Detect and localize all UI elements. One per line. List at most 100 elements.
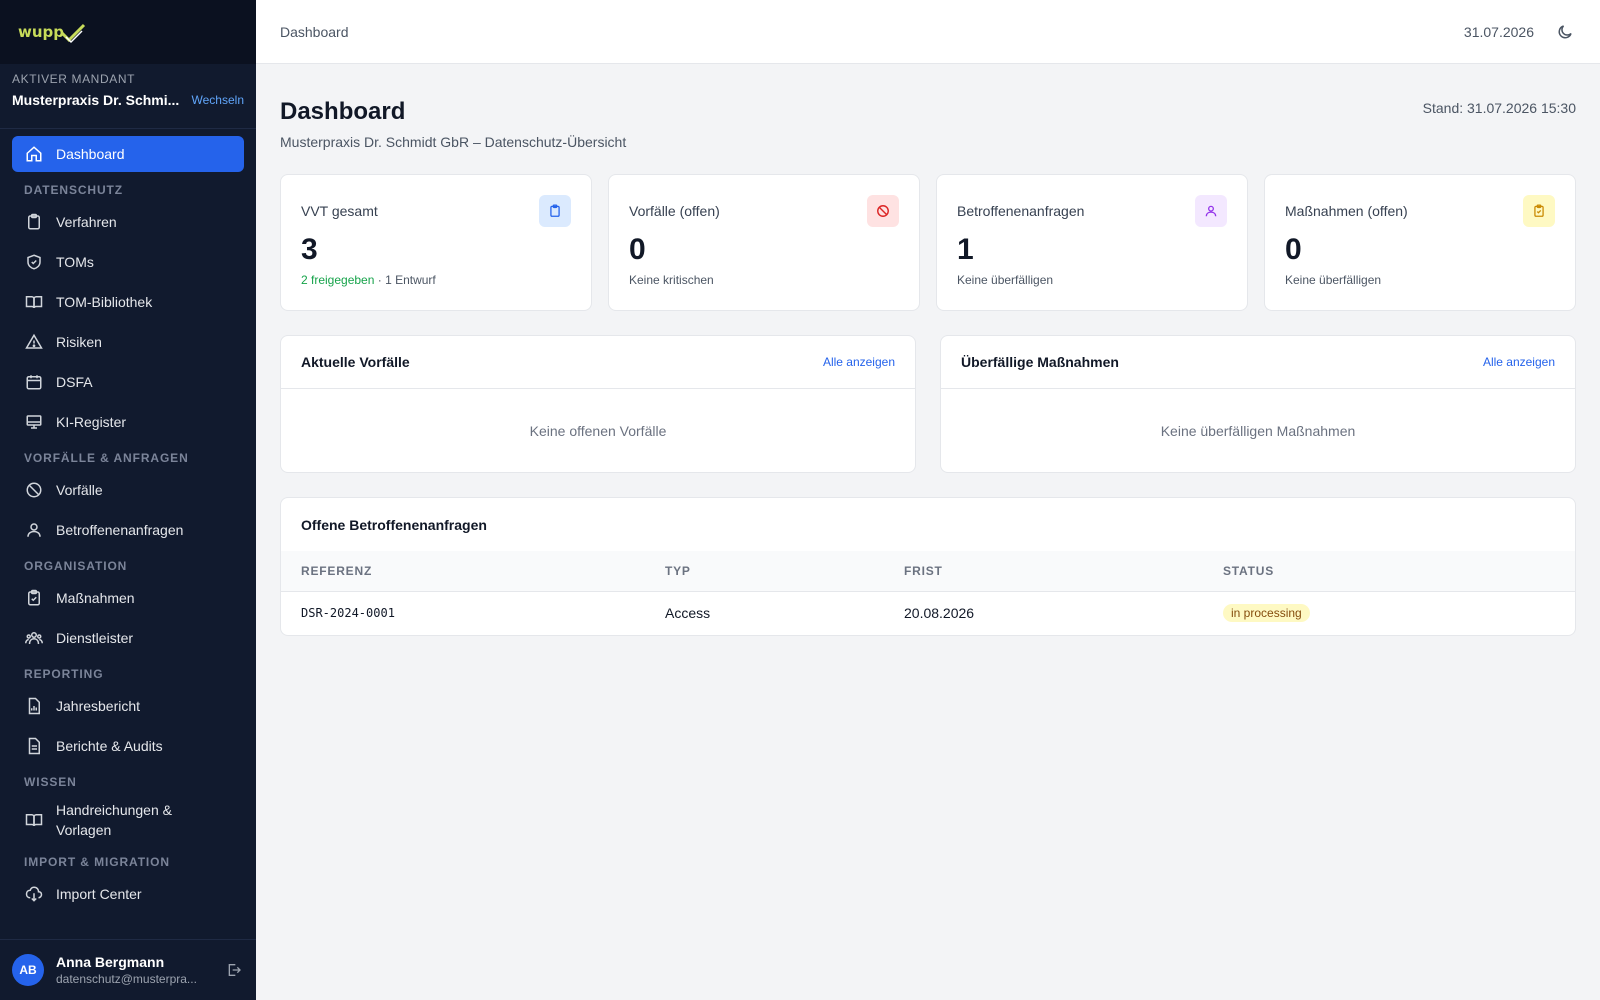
show-all-massnahmen-link[interactable]: Alle anzeigen [1483, 355, 1555, 369]
breadcrumb: Dashboard [280, 23, 349, 40]
sidebar: wupp Aktiver Mandant Musterpraxis Dr. Sc… [0, 0, 256, 1000]
sidebar-item-berichte[interactable]: Berichte & Audits [12, 728, 244, 764]
panel-title: Überfällige Maßnahmen [961, 354, 1119, 370]
logo-text: wupp [18, 23, 65, 41]
column-header-typ: Typ [665, 563, 691, 578]
kpi-label: VVT gesamt [301, 203, 378, 219]
sidebar-item-handreichungen[interactable]: Handreichungen & Vorlagen [12, 796, 244, 844]
column-header-frist: Frist [904, 563, 943, 578]
sidebar-item-label: KI-Register [56, 414, 127, 430]
kpi-note: Keine kritischen [629, 273, 714, 287]
logo[interactable]: wupp [18, 19, 86, 45]
kpi-card-vorfaelle[interactable]: Vorfälle (offen) 0 Keine kritischen [608, 174, 920, 311]
user-email: datenschutz@musterpra... [56, 972, 197, 986]
sidebar-item-label: Maßnahmen [56, 590, 135, 606]
mandant-selector: Aktiver Mandant Musterpraxis Dr. Schmi..… [0, 64, 256, 129]
section-reporting: Reporting [24, 667, 104, 681]
panel-title: Aktuelle Vorfälle [301, 354, 410, 370]
sidebar-nav: Dashboard Datenschutz Verfahren TOMs TOM… [0, 129, 256, 912]
cell-referenz: DSR-2024-0001 [301, 606, 395, 621]
shield-check-icon [24, 252, 44, 272]
sidebar-item-label: Jahresbericht [56, 698, 141, 714]
logo-check-icon [60, 23, 86, 44]
sidebar-item-import-center[interactable]: Import Center [12, 876, 244, 912]
topbar: Dashboard 31.07.2026 [256, 0, 1600, 64]
table-row[interactable]: DSR-2024-0001 Access 20.08.2026 in proce… [281, 591, 1575, 635]
sidebar-item-verfahren[interactable]: Verfahren [12, 204, 244, 240]
cell-frist: 20.08.2026 [904, 605, 975, 622]
panels-row: Aktuelle Vorfälle Alle anzeigen Keine of… [280, 335, 1576, 473]
sidebar-item-label: Dienstleister [56, 630, 134, 646]
avatar[interactable]: AB [12, 954, 44, 986]
sidebar-item-label: Berichte & Audits [56, 738, 163, 754]
cell-status: in processing [1203, 591, 1575, 635]
clipboard-icon [24, 212, 44, 232]
empty-state: Keine überfälligen Maßnahmen [1160, 423, 1356, 439]
kpi-label: Maßnahmen (offen) [1285, 203, 1408, 219]
sidebar-item-label: Import Center [56, 886, 142, 902]
sidebar-item-label: TOMs [56, 254, 94, 270]
home-icon [24, 144, 44, 164]
kpi-note-approved: 2 freigegeben [301, 273, 375, 287]
sidebar-item-risiken[interactable]: Risiken [12, 324, 244, 360]
calendar-icon [24, 372, 44, 392]
sidebar-item-dsfa[interactable]: DSFA [12, 364, 244, 400]
sidebar-item-dienstleister[interactable]: Dienstleister [12, 620, 244, 656]
logo-bar: wupp [0, 0, 256, 64]
mandant-switch-link[interactable]: Wechseln [192, 93, 244, 107]
sidebar-item-jahresbericht[interactable]: Jahresbericht [12, 688, 244, 724]
sidebar-item-label-line2: Vorlagen [56, 822, 112, 838]
sidebar-item-label: Vorfälle [56, 482, 103, 498]
sidebar-item-toms[interactable]: TOMs [12, 244, 244, 280]
requests-table: Referenz Typ Frist Status DSR-2024-0001 … [281, 551, 1575, 635]
sidebar-item-label: DSFA [56, 374, 93, 390]
mandant-label: Aktiver Mandant [12, 72, 136, 86]
sidebar-item-betroffenenanfragen[interactable]: Betroffenenanfragen [12, 512, 244, 548]
sidebar-item-label: Verfahren [56, 214, 117, 230]
kpi-note: 2 freigegeben · 1 Entwurf [301, 273, 571, 287]
ban-icon [24, 480, 44, 500]
sidebar-item-dashboard[interactable]: Dashboard [12, 136, 244, 172]
requests-table-card: Offene Betroffenenanfragen Referenz Typ … [280, 497, 1576, 636]
empty-state: Keine offenen Vorfälle [529, 423, 667, 439]
sidebar-item-massnahmen[interactable]: Maßnahmen [12, 580, 244, 616]
monitor-icon [24, 412, 44, 432]
book-icon [24, 292, 44, 312]
kpi-value: 3 [301, 233, 318, 266]
clipboard-icon [539, 195, 571, 227]
section-wissen: Wissen [24, 775, 77, 789]
column-header-referenz: Referenz [301, 563, 373, 578]
page-title: Dashboard [280, 98, 406, 125]
show-all-vorfaelle-link[interactable]: Alle anzeigen [823, 355, 895, 369]
main-content: Dashboard Musterpraxis Dr. Schmidt GbR –… [256, 64, 1600, 636]
panel-ueberfaellige-massnahmen: Überfällige Maßnahmen Alle anzeigen Kein… [940, 335, 1576, 473]
status-badge: in processing [1223, 604, 1310, 623]
moon-icon[interactable] [1554, 21, 1576, 43]
sidebar-item-label: Handreichungen & Vorlagen [56, 800, 172, 840]
sidebar-item-label: Dashboard [56, 146, 125, 162]
sidebar-item-label-line1: Handreichungen & [56, 802, 172, 818]
sidebar-item-tom-bibliothek[interactable]: TOM-Bibliothek [12, 284, 244, 320]
user-name: Anna Bergmann [56, 954, 165, 970]
kpi-card-vvt[interactable]: VVT gesamt 3 2 freigegeben · 1 Entwurf [280, 174, 592, 311]
mandant-name: Musterpraxis Dr. Schmi... [12, 92, 180, 108]
cloud-download-icon [24, 884, 44, 904]
kpi-card-betroffenenanfragen[interactable]: Betroffenenanfragen 1 Keine überfälligen [936, 174, 1248, 311]
kpi-value: 0 [629, 233, 646, 266]
book-open-icon [24, 810, 44, 830]
sidebar-item-label: Betroffenenanfragen [56, 522, 184, 538]
kpi-card-massnahmen[interactable]: Maßnahmen (offen) 0 Keine überfälligen [1264, 174, 1576, 311]
page-subtitle: Musterpraxis Dr. Schmidt GbR – Datenschu… [280, 134, 627, 150]
kpi-value: 1 [957, 233, 974, 266]
sidebar-item-ki-register[interactable]: KI-Register [12, 404, 244, 440]
sidebar-item-label: TOM-Bibliothek [56, 294, 153, 310]
sidebar-item-vorfaelle[interactable]: Vorfälle [12, 472, 244, 508]
table-title: Offene Betroffenenanfragen [301, 516, 487, 533]
logout-icon[interactable] [224, 960, 244, 980]
last-updated: Stand: 31.07.2026 15:30 [1422, 100, 1576, 116]
kpi-value: 0 [1285, 233, 1302, 266]
clipboard-check-icon [1523, 195, 1555, 227]
clipboard-check-icon [24, 588, 44, 608]
panel-aktuelle-vorfaelle: Aktuelle Vorfälle Alle anzeigen Keine of… [280, 335, 916, 473]
user-footer: AB Anna Bergmann datenschutz@musterpra..… [0, 939, 256, 1000]
